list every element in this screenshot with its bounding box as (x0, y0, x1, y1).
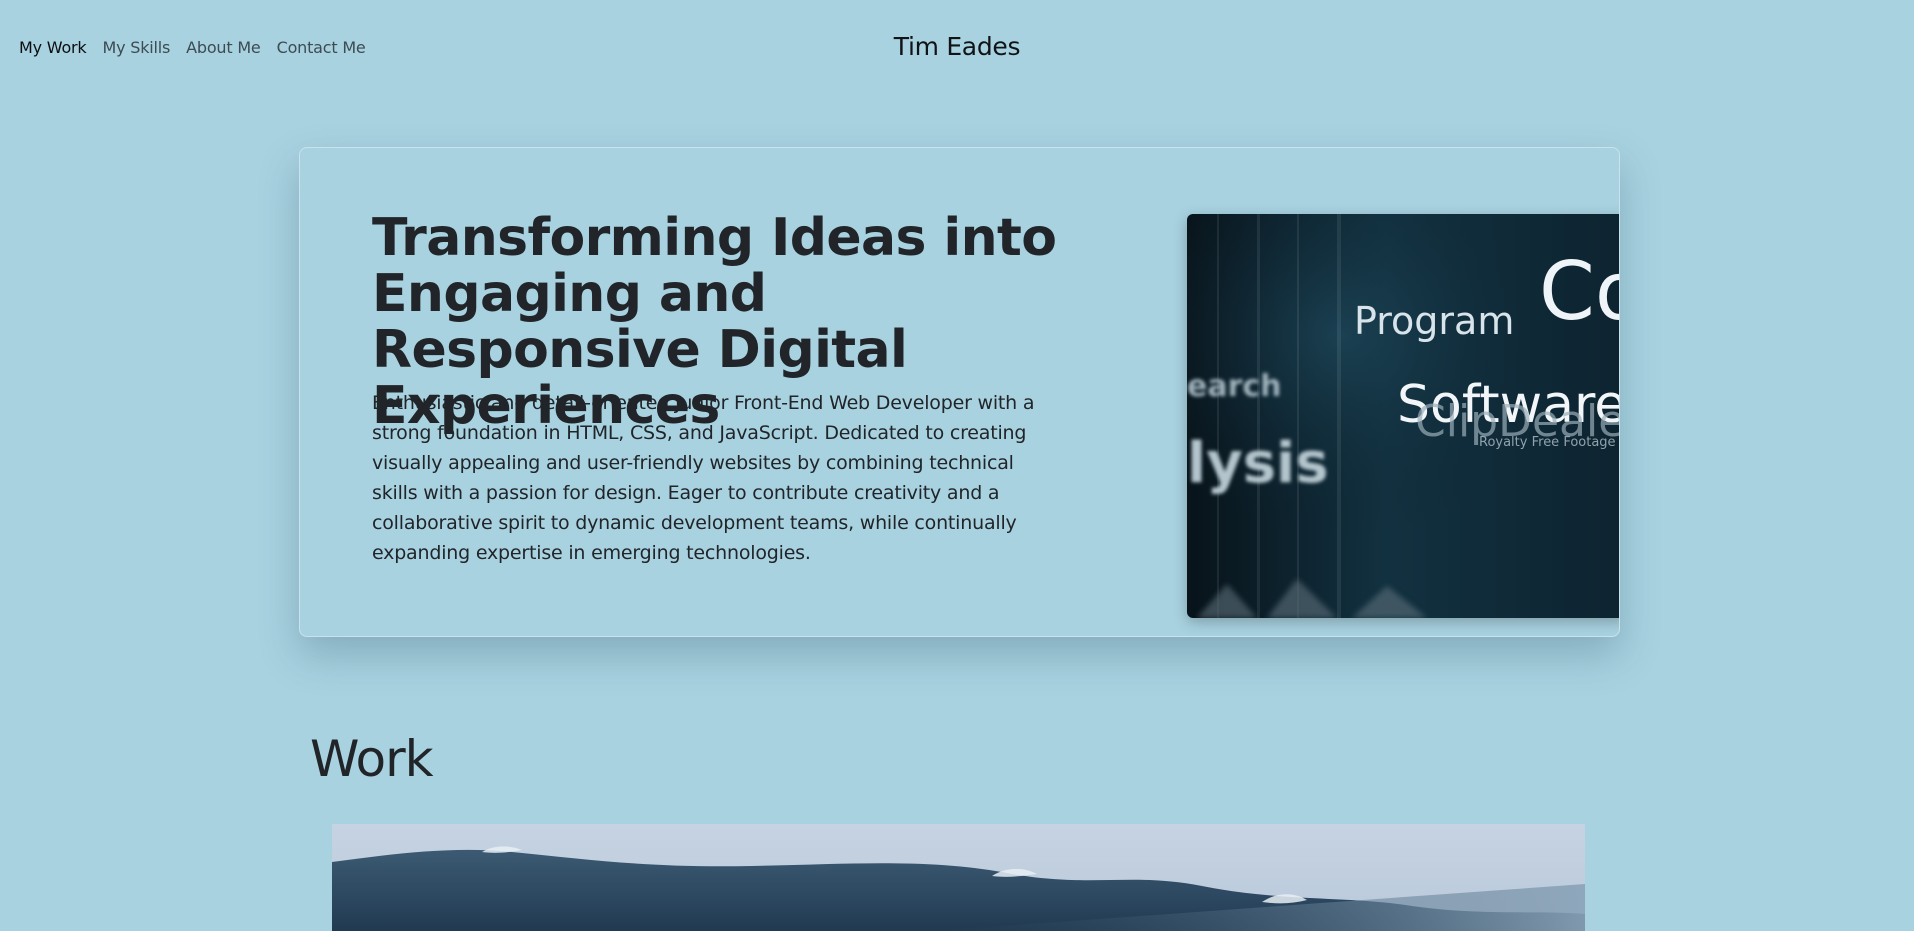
hero-image-word-lysis: lysis (1187, 431, 1329, 496)
hero-description: Enthusiastic and detail-oriented Junior … (372, 392, 1035, 564)
site-brand[interactable]: Tim Eades (0, 32, 1914, 61)
hero-card: Transforming Ideas into Engaging and Res… (299, 147, 1620, 637)
hero-image-word-earch: earch (1187, 369, 1282, 404)
hero-image-word-co: Co (1539, 245, 1620, 338)
hero-video-image: Program Co earch Software D ClipDeale Ro… (1187, 214, 1620, 618)
page: My Work My Skills About Me Contact Me Ti… (0, 0, 1914, 931)
work-section-heading: Work (310, 730, 434, 788)
work-project-image-ocean[interactable] (332, 824, 1585, 931)
hero-image-watermark-tagline: Royalty Free Footage Cli (1479, 435, 1620, 450)
navbar: My Work My Skills About Me Contact Me Ti… (0, 0, 1914, 98)
hero-video-graphic: Program Co earch Software D ClipDeale Ro… (1187, 214, 1620, 618)
ocean-wave-graphic (332, 824, 1585, 931)
hero-image-word-program: Program (1354, 299, 1514, 343)
